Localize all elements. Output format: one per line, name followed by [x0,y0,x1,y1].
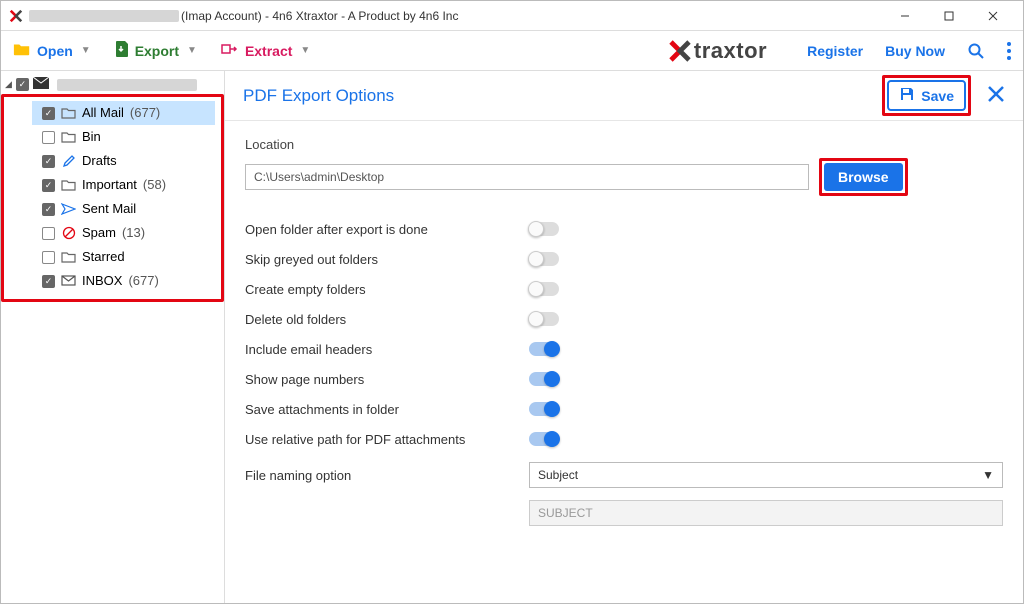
folder-icon [61,179,76,191]
open-label: Open [37,43,73,59]
file-naming-select[interactable]: Subject ▼ [529,462,1003,488]
folder-checkbox[interactable]: ✓ [42,203,55,216]
inbox-icon [61,275,76,287]
more-menu-icon[interactable] [1007,42,1011,60]
folder-item-starred[interactable]: Starred [32,245,215,269]
option-label: Save attachments in folder [245,402,529,417]
option-label: Show page numbers [245,372,529,387]
option-label: Open folder after export is done [245,222,529,237]
account-root-item[interactable]: ◢ ✓ [1,75,224,94]
folder-count: (677) [128,272,158,290]
option-toggle[interactable] [529,402,559,416]
location-input[interactable] [245,164,809,190]
export-menu[interactable]: Export ▼ [115,40,197,61]
draft-icon [61,155,76,167]
folder-item-inbox[interactable]: ✓ INBOX (677) [32,269,215,293]
option-label: Create empty folders [245,282,529,297]
folder-checkbox[interactable]: ✓ [42,179,55,192]
close-panel-button[interactable] [987,83,1005,109]
window-minimize-button[interactable] [883,2,927,30]
folder-count: (58) [143,176,166,194]
register-link[interactable]: Register [807,43,863,59]
folder-item-bin[interactable]: Bin [32,125,215,149]
folder-checkbox[interactable]: ✓ [42,155,55,168]
file-naming-preview [529,500,1003,526]
buy-now-link[interactable]: Buy Now [885,43,945,59]
save-button[interactable]: Save [887,80,966,111]
folder-checkbox[interactable] [42,131,55,144]
option-label: Include email headers [245,342,529,357]
folder-label: Spam [82,224,116,242]
account-name-obscured [57,79,197,91]
folder-count: (13) [122,224,145,242]
brand-x-icon [668,39,692,63]
mail-icon [33,77,49,92]
folder-item-important[interactable]: ✓ Important (58) [32,173,215,197]
folder-checkbox[interactable]: ✓ [42,275,55,288]
folder-icon [61,107,76,119]
folder-open-icon [13,41,31,60]
option-toggle[interactable] [529,252,559,266]
folder-sidebar: ◢ ✓ ✓ All Mail (677) Bin ✓ Drafts ✓ Important … [1,71,225,603]
folder-count: (677) [130,104,160,122]
option-label: Skip greyed out folders [245,252,529,267]
chevron-down-icon: ▼ [81,45,91,56]
option-toggle[interactable] [529,342,559,356]
extract-menu[interactable]: Extract ▼ [221,42,310,59]
folder-label: Drafts [82,152,117,170]
account-name-obscured [29,10,179,22]
folder-label: Important [82,176,137,194]
folder-label: All Mail [82,104,124,122]
window-close-button[interactable] [971,2,1015,30]
folder-item-all-mail[interactable]: ✓ All Mail (677) [32,101,215,125]
folder-item-drafts[interactable]: ✓ Drafts [32,149,215,173]
option-toggle[interactable] [529,312,559,326]
folder-item-spam[interactable]: Spam (13) [32,221,215,245]
folder-item-sent-mail[interactable]: ✓ Sent Mail [32,197,215,221]
file-naming-label: File naming option [245,468,529,483]
option-toggle[interactable] [529,282,559,296]
option-toggle[interactable] [529,432,559,446]
collapse-icon: ◢ [5,79,12,90]
folder-checkbox[interactable]: ✓ [42,107,55,120]
option-toggle[interactable] [529,222,559,236]
brand-logo: traxtor [668,38,767,64]
save-label: Save [921,88,954,104]
chevron-down-icon: ▼ [300,45,310,56]
open-menu[interactable]: Open ▼ [13,41,91,60]
folder-label: Starred [82,248,125,266]
folder-label: Sent Mail [82,200,136,218]
export-label: Export [135,43,179,59]
folder-checkbox[interactable] [42,251,55,264]
chevron-down-icon: ▼ [982,468,994,482]
app-logo-icon [9,9,23,23]
window-title: (Imap Account) - 4n6 Xtraxtor - A Produc… [181,9,883,23]
folder-label: Bin [82,128,101,146]
browse-button[interactable]: Browse [824,163,903,191]
option-label: Use relative path for PDF attachments [245,432,529,447]
brand-text: traxtor [694,38,767,64]
location-label: Location [245,137,1003,152]
extract-label: Extract [245,43,292,59]
options-list: Open folder after export is done Skip gre… [245,214,1003,454]
folder-checkbox[interactable] [42,227,55,240]
folder-label: INBOX [82,272,122,290]
folder-icon [61,131,76,143]
option-label: Delete old folders [245,312,529,327]
file-export-icon [115,40,129,61]
file-naming-value: Subject [538,468,578,482]
option-toggle[interactable] [529,372,559,386]
spam-icon [61,227,76,239]
folder-icon [61,251,76,263]
sent-icon [61,203,76,215]
extract-icon [221,42,239,59]
search-icon[interactable] [967,42,985,60]
folder-list: ✓ All Mail (677) Bin ✓ Drafts ✓ Important (58)… [1,94,224,302]
save-disk-icon [899,86,915,105]
account-checkbox[interactable]: ✓ [16,78,29,91]
panel-title: PDF Export Options [243,86,394,106]
chevron-down-icon: ▼ [187,45,197,56]
window-maximize-button[interactable] [927,2,971,30]
